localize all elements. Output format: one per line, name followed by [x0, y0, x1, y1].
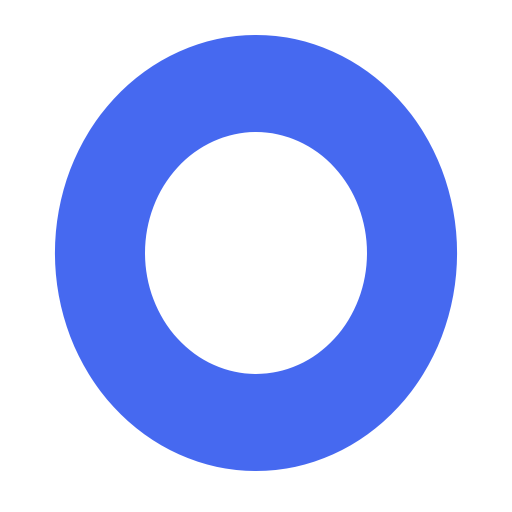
canvas: [0, 0, 512, 512]
ring-icon: [0, 0, 512, 512]
